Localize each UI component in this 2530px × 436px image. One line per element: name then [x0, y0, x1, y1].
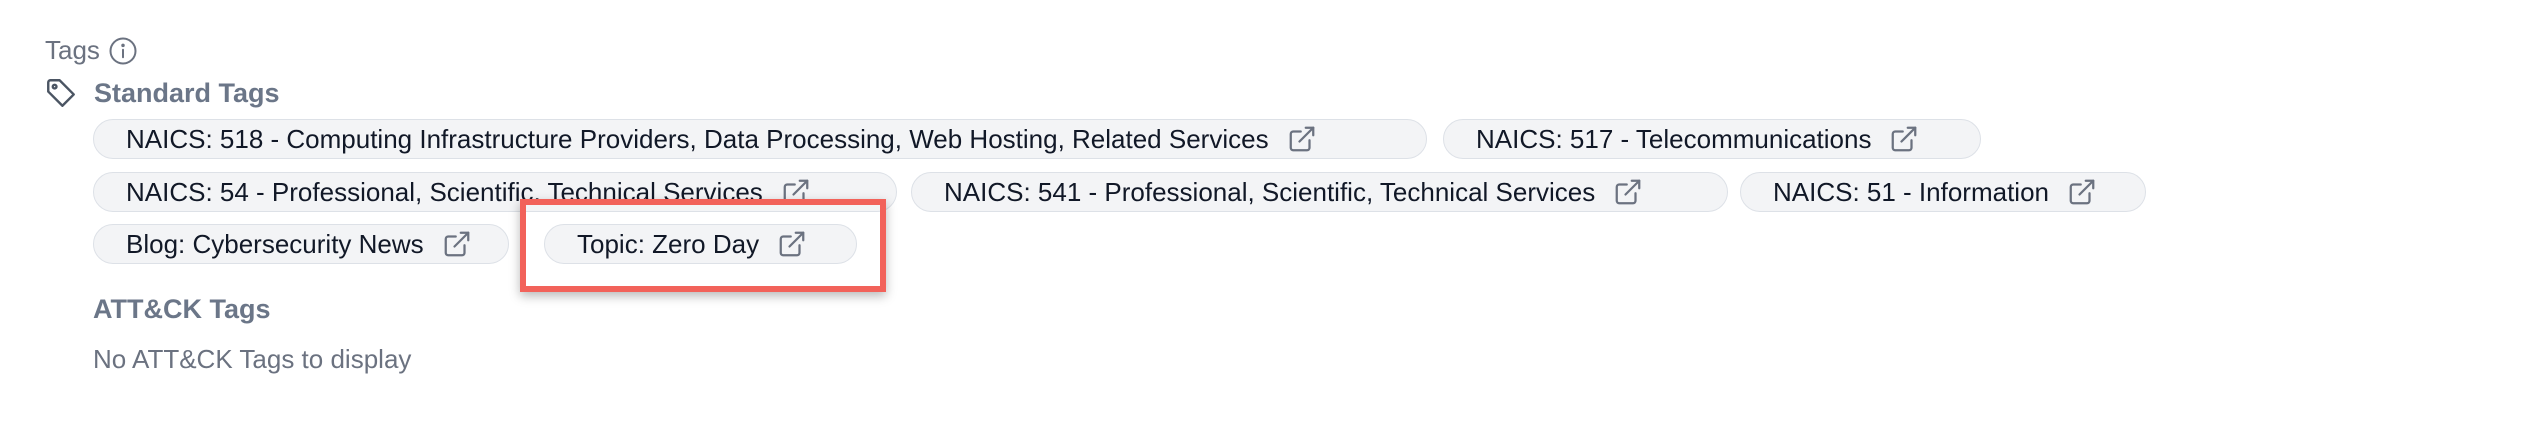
tags-heading: Tags	[45, 35, 138, 66]
tag-chip-topic-zero-day[interactable]: Topic: Zero Day	[544, 224, 857, 264]
tag-chip-label: NAICS: 54 - Professional, Scientific, Te…	[126, 176, 763, 207]
tag-chip-label: Topic: Zero Day	[577, 228, 760, 259]
tag-chip-label: NAICS: 541 - Professional, Scientific, T…	[944, 176, 1596, 207]
attck-tags-title: ATT&CK Tags	[93, 294, 271, 324]
tag-chip-label: NAICS: 518 - Computing Infrastructure Pr…	[126, 123, 1269, 154]
standard-tags-header: Standard Tags	[44, 76, 280, 110]
attck-tags-empty-message: No ATT&CK Tags to display	[93, 344, 412, 374]
tag-chip-naics-541[interactable]: NAICS: 541 - Professional, Scientific, T…	[911, 172, 1728, 212]
tag-chip-blog-cybersecurity-news[interactable]: Blog: Cybersecurity News	[93, 224, 509, 264]
tag-chip-naics-518[interactable]: NAICS: 518 - Computing Infrastructure Pr…	[93, 119, 1427, 159]
standard-tags-title: Standard Tags	[94, 77, 280, 108]
tag-chip-naics-54[interactable]: NAICS: 54 - Professional, Scientific, Te…	[93, 172, 897, 212]
tag-chip-label: NAICS: 517 - Telecommunications	[1476, 123, 1872, 154]
external-link-icon[interactable]	[777, 229, 807, 259]
tag-chip-label: Blog: Cybersecurity News	[126, 228, 424, 259]
tags-title: Tags	[45, 35, 100, 65]
tag-chip-naics-517[interactable]: NAICS: 517 - Telecommunications	[1443, 119, 1981, 159]
external-link-icon[interactable]	[442, 229, 472, 259]
external-link-icon[interactable]	[1889, 124, 1919, 154]
info-icon[interactable]	[108, 36, 138, 66]
tag-icon	[47, 79, 75, 107]
external-link-icon[interactable]	[2067, 177, 2097, 207]
tag-chip-naics-51[interactable]: NAICS: 51 - Information	[1740, 172, 2146, 212]
tag-chip-label: NAICS: 51 - Information	[1773, 176, 2049, 207]
external-link-icon[interactable]	[781, 177, 811, 207]
external-link-icon[interactable]	[1287, 124, 1317, 154]
external-link-icon[interactable]	[1613, 177, 1643, 207]
